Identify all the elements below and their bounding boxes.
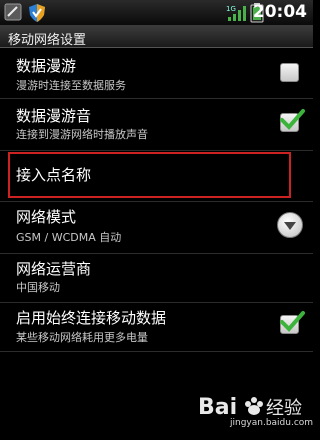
setting-subtitle: GSM / WCDMA 自动 xyxy=(16,231,122,244)
baidu-jingyan-logo: Bai 经验 xyxy=(196,390,308,436)
data-roaming-checkbox[interactable] xyxy=(280,63,299,82)
highlight-box xyxy=(8,152,291,198)
network-mode-dropdown[interactable] xyxy=(277,212,303,238)
setting-title: 网络运营商 xyxy=(16,260,92,278)
setting-data-roaming[interactable]: 数据漫游 漫游时连接至数据服务 xyxy=(0,48,313,98)
check-icon xyxy=(280,109,305,130)
signal-icon: 1G xyxy=(226,3,246,27)
setting-network-mode[interactable]: 网络模式 GSM / WCDMA 自动 xyxy=(0,202,313,252)
svg-text:1G: 1G xyxy=(226,5,236,13)
usb-icon xyxy=(4,3,22,25)
setting-title: 网络模式 xyxy=(16,208,77,226)
setting-subtitle: 连接到漫游网络时播放声音 xyxy=(16,128,148,141)
roaming-sound-checkbox[interactable] xyxy=(280,109,305,132)
check-icon xyxy=(280,311,305,332)
setting-title: 数据漫游 xyxy=(16,57,77,75)
always-on-data-checkbox[interactable] xyxy=(280,311,305,334)
setting-roaming-sound[interactable]: 数据漫游音 连接到漫游网络时播放声音 xyxy=(0,99,313,149)
setting-subtitle: 漫游时连接至数据服务 xyxy=(16,79,126,92)
setting-always-on-data[interactable]: 启用始终连接移动数据 某些移动网络耗用更多电量 xyxy=(0,303,313,351)
status-bar: 1G 20:04 xyxy=(0,0,313,26)
setting-title: 数据漫游音 xyxy=(16,107,92,125)
svg-text:Bai: Bai xyxy=(198,395,237,420)
setting-title: 启用始终连接移动数据 xyxy=(16,309,167,327)
svg-text:经验: 经验 xyxy=(266,398,302,419)
setting-network-operator[interactable]: 网络运营商 中国移动 xyxy=(0,254,313,302)
setting-subtitle: 某些移动网络耗用更多电量 xyxy=(16,331,148,344)
shield-icon xyxy=(28,3,46,27)
paw-icon: Bai 经验 xyxy=(198,395,302,420)
divider xyxy=(0,351,313,352)
watermark-url: jingyan.baidu.com xyxy=(230,418,314,428)
status-clock: 20:04 xyxy=(252,2,307,22)
page-title: 移动网络设置 xyxy=(8,33,87,48)
chevron-down-icon xyxy=(284,222,296,230)
title-bar: 移动网络设置 xyxy=(0,26,313,48)
setting-subtitle: 中国移动 xyxy=(16,281,60,294)
